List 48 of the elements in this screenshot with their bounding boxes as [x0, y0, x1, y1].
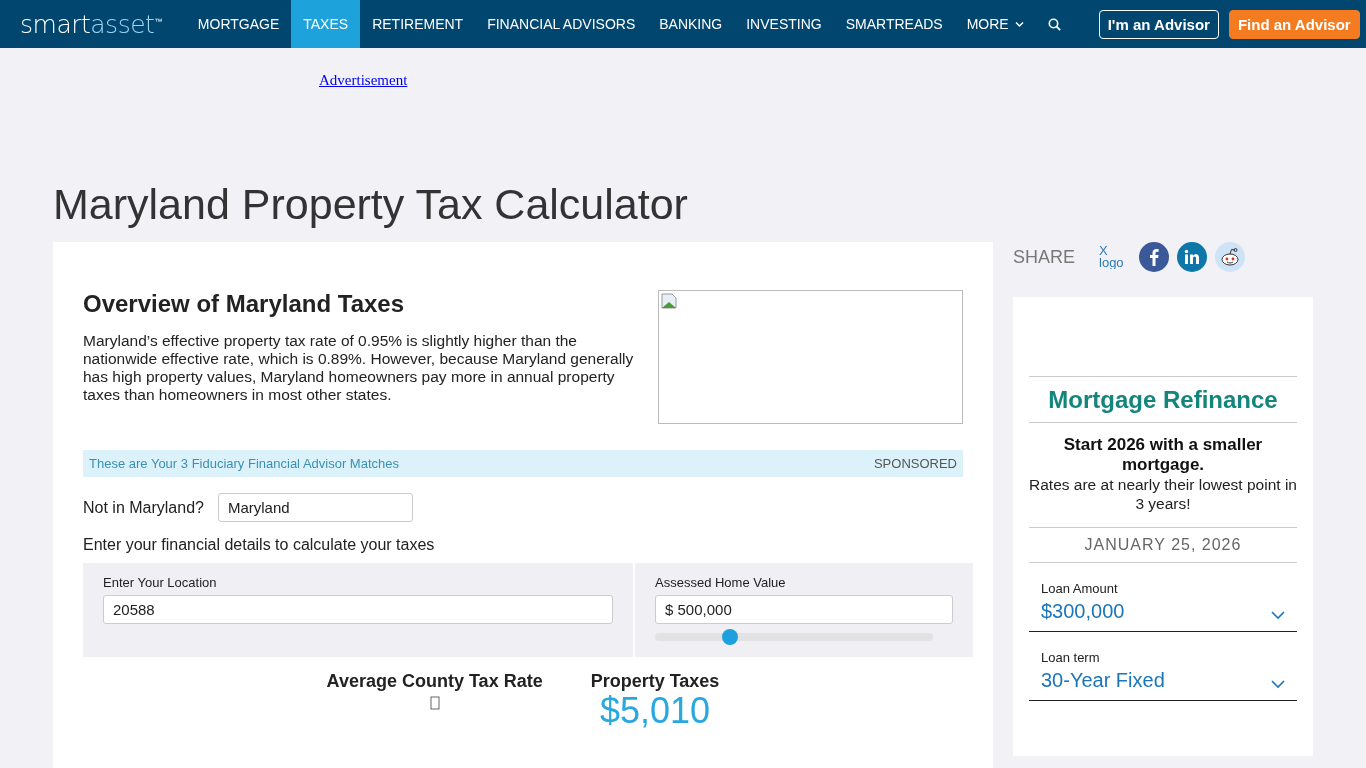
slider-thumb[interactable] — [722, 629, 739, 645]
page-title: Maryland Property Tax Calculator — [53, 179, 689, 230]
rate-date: JANUARY 25, 2026 — [1029, 528, 1297, 563]
widget-headline: Start 2026 with a smaller mortgage. — [1062, 435, 1264, 475]
nav-item[interactable]: RETIREMENT — [360, 0, 476, 48]
dropdown-value: $300,000 — [1041, 600, 1125, 624]
chevron-down-icon — [1014, 19, 1024, 29]
overview-heading: Overview of Maryland Taxes — [83, 290, 406, 318]
dropdown-value: 30-Year Fixed — [1041, 669, 1165, 693]
home-value-slider[interactable] — [655, 629, 933, 645]
chevron-down-icon — [1271, 680, 1285, 689]
nav-item[interactable]: BANKING — [647, 0, 735, 48]
widget-title: Mortgage Refinance — [1029, 376, 1297, 423]
share-label: SHARE — [1013, 246, 1075, 268]
dropdown-select[interactable]: Loan Amount $300,000 — [1029, 563, 1297, 632]
state-field[interactable]: Maryland — [217, 493, 413, 522]
state-label: Not in Maryland? — [83, 498, 204, 517]
result-label: Property Taxes — [590, 671, 720, 692]
tax-amount: $5,010 — [599, 692, 711, 730]
info-icon — [429, 696, 440, 710]
nav-item[interactable]: SMARTREADS — [833, 0, 955, 48]
overview-paragraph: Maryland’s effective property tax rate of 0.95% is slightly higher than the nationwide effective rate, which is 0.89%. However, because Maryland generally has high property values, Maryland homeowners pay more in annual property taxes than homeowners in most other states. — [83, 332, 635, 404]
search-icon — [1047, 17, 1061, 31]
field-label: Loan Amount — [1041, 581, 1119, 596]
nav-item[interactable]: INVESTING — [734, 0, 834, 48]
field-label: Enter Your Location — [103, 575, 218, 590]
calculator-intro: Enter your financial details to calculate your taxes — [83, 536, 436, 554]
nav-item[interactable]: MORE — [954, 0, 1036, 48]
nav-item[interactable]: FINANCIAL ADVISORS — [475, 0, 648, 48]
advertisement-link[interactable]: Advertisement — [319, 72, 408, 89]
smartasset-logo[interactable]: smartasset$^{™}$ — [20, 9, 162, 39]
chevron-down-icon — [1271, 611, 1285, 620]
field-label: Assessed Home Value — [655, 575, 787, 590]
advisor-button[interactable]: I'm an Advisor — [1098, 9, 1219, 39]
result-label: Average County Tax Rate — [326, 671, 543, 692]
location-field[interactable]: 20588 — [103, 595, 613, 624]
dropdown-select[interactable]: Loan term 30-Year Fixed — [1029, 632, 1297, 701]
linkedin-icon[interactable] — [1177, 242, 1207, 272]
field-label: Loan term — [1041, 650, 1101, 665]
reddit-icon[interactable] — [1215, 242, 1245, 272]
widget-subtext: Rates are at nearly their lowest point in 3 years! — [1029, 475, 1297, 528]
broken-image-icon — [661, 293, 677, 309]
x-image-alt-text[interactable]: X logo — [1099, 245, 1131, 269]
facebook-icon[interactable] — [1139, 242, 1169, 272]
nav-item[interactable]: MORTGAGE — [185, 0, 292, 48]
advisor-matches-text: These are Your 3 Fiduciary Financial Advisor Matches — [89, 456, 399, 471]
sponsored-label: SPONSORED — [873, 456, 957, 471]
home-value-field[interactable]: $ 500,000 — [655, 595, 953, 624]
